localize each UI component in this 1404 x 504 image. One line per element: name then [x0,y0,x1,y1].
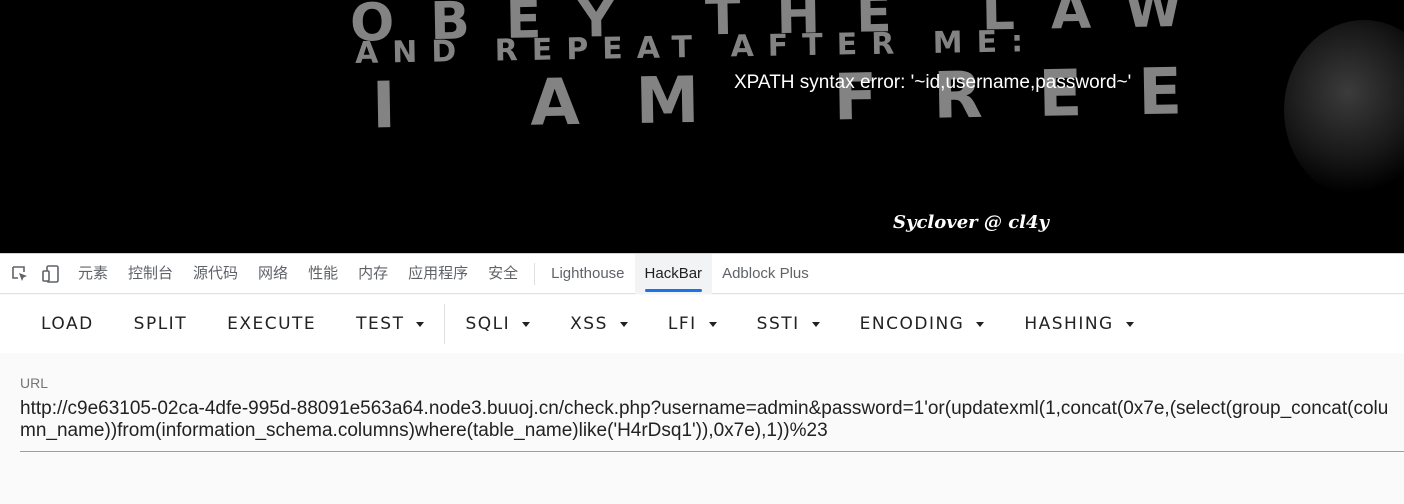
tab-application[interactable]: 应用程序 [398,254,478,294]
sqli-dropdown[interactable]: SQLI [445,295,550,353]
split-button-label: SPLIT [133,314,188,334]
url-label: URL [20,375,49,391]
background-figure [1284,20,1404,200]
tab-memory[interactable]: 内存 [348,254,398,294]
tab-lighthouse[interactable]: Lighthouse [541,254,634,294]
ssti-dropdown-label: SSTI [756,314,800,334]
page-signature: Syclover @ cl4y [893,212,1049,233]
chevron-down-icon [416,321,425,327]
tab-hackbar[interactable]: HackBar [634,253,713,294]
execute-button-label: EXECUTE [227,314,317,334]
load-button[interactable]: LOAD [0,295,114,353]
tab-adblock-plus[interactable]: Adblock Plus [712,254,819,294]
device-toolbar-icon[interactable] [40,263,62,285]
inspect-element-icon[interactable] [9,263,31,285]
tab-performance[interactable]: 性能 [298,254,348,294]
background-text-line: I AM FREE [371,54,1239,144]
url-input[interactable]: http://c9e63105-02ca-4dfe-995d-88091e563… [20,398,1390,442]
encoding-dropdown-label: ENCODING [859,314,965,334]
url-field-container: URL http://c9e63105-02ca-4dfe-995d-88091… [0,353,1404,504]
hackbar-toolbar: LOAD SPLIT EXECUTE TEST SQLI XSS LFI SST… [0,295,1404,353]
tab-sources[interactable]: 源代码 [183,254,248,294]
lfi-dropdown[interactable]: LFI [648,295,737,353]
chevron-down-icon [522,321,531,327]
sqli-dropdown-label: SQLI [465,314,511,334]
xss-dropdown-label: XSS [570,314,608,334]
error-message: XPATH syntax error: '~id,username,passwo… [734,72,1132,93]
hashing-dropdown[interactable]: HASHING [1004,295,1153,353]
test-dropdown-label: TEST [356,314,405,334]
chevron-down-icon [708,321,717,327]
url-input-underline [20,451,1404,452]
encoding-dropdown[interactable]: ENCODING [840,295,1005,353]
devtools-tab-bar: 元素 控制台 源代码 网络 性能 内存 应用程序 安全 Lighthouse H… [0,253,1404,294]
lfi-dropdown-label: LFI [667,314,697,334]
chevron-down-icon [1125,321,1134,327]
xss-dropdown[interactable]: XSS [550,295,648,353]
hashing-dropdown-label: HASHING [1024,314,1114,334]
chevron-down-icon [811,321,820,327]
tab-console[interactable]: 控制台 [118,254,183,294]
ssti-dropdown[interactable]: SSTI [737,295,840,353]
tab-network[interactable]: 网络 [248,254,298,294]
chevron-down-icon [619,321,628,327]
execute-button[interactable]: EXECUTE [207,295,336,353]
tab-security[interactable]: 安全 [478,254,528,294]
split-button[interactable]: SPLIT [114,295,207,353]
tab-separator [534,262,536,285]
load-button-label: LOAD [41,314,94,334]
web-page-viewport: OBEY THE LAW AND REPEAT AFTER ME: I AM F… [0,0,1404,253]
tab-elements[interactable]: 元素 [68,254,118,294]
chevron-down-icon [976,321,985,327]
test-dropdown[interactable]: TEST [336,295,444,353]
